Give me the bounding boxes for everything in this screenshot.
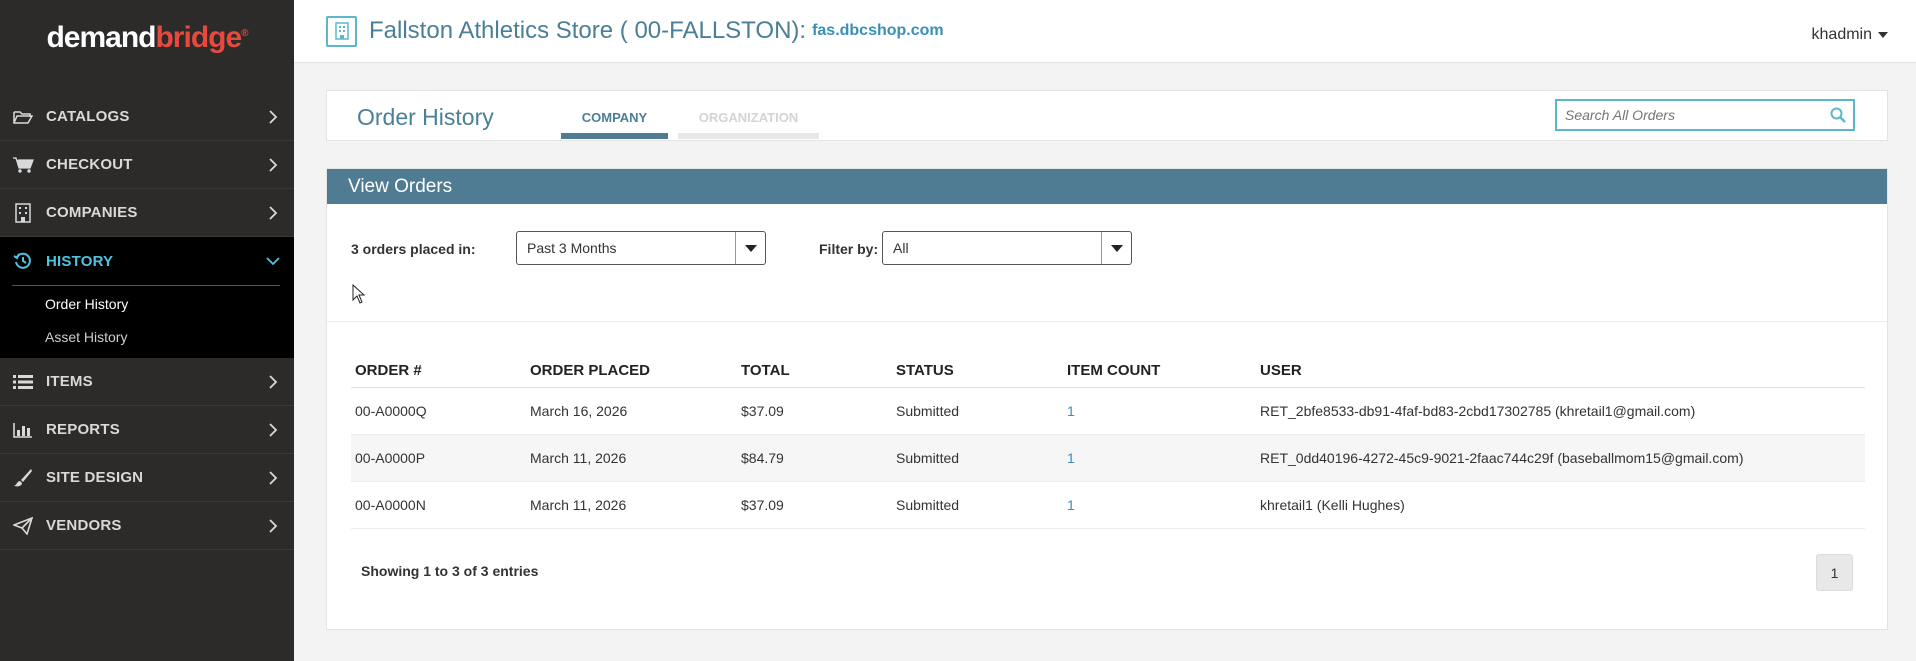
order-number: 00-A0000P [351, 434, 526, 482]
sidebar-item-site-design[interactable]: SITE DESIGN [0, 454, 294, 502]
order-status: Submitted [892, 434, 1063, 482]
chevron-down-icon [266, 254, 280, 268]
chevron-right-icon [266, 518, 280, 533]
sidebar-item-label: COMPANIES [46, 204, 138, 221]
paper-plane-icon [12, 516, 34, 536]
chevron-right-icon [266, 205, 280, 220]
filters: 3 orders placed in: Past 3 Months Filter… [351, 231, 1871, 271]
chevron-right-icon [266, 109, 280, 124]
filter-select[interactable]: All [882, 231, 1132, 265]
column-header[interactable]: STATUS [892, 356, 1063, 388]
logo[interactable]: demandbridge® [0, 0, 294, 76]
order-user: khretail1 (Kelli Hughes) [1256, 481, 1865, 529]
top-bar: Fallston Athletics Store ( 00-FALLSTON):… [294, 0, 1916, 63]
sidebar-item-companies[interactable]: COMPANIES [0, 189, 294, 237]
store-icon [326, 15, 357, 47]
dropdown-arrow-icon [735, 232, 765, 264]
order-total: $37.09 [737, 387, 892, 435]
order-history-header: Order History COMPANY ORGANIZATION [326, 90, 1888, 141]
store-title: Fallston Athletics Store ( 00-FALLSTON): [369, 17, 807, 44]
order-date: March 11, 2026 [526, 481, 737, 529]
submenu-asset-history[interactable]: Asset History [0, 319, 294, 352]
pagination-page-1[interactable]: 1 [1816, 554, 1853, 591]
sidebar-item-catalogs[interactable]: CATALOGS [0, 93, 294, 141]
history-icon [12, 251, 34, 271]
sidebar-item-label: HISTORY [46, 252, 114, 270]
sidebar-item-label: ITEMS [46, 373, 93, 390]
order-total: $84.79 [737, 434, 892, 482]
chevron-right-icon [266, 157, 280, 172]
dropdown-arrow-icon [1101, 232, 1131, 264]
order-date: March 11, 2026 [526, 434, 737, 482]
tab-organization[interactable]: ORGANIZATION [678, 110, 819, 139]
search-box [1555, 99, 1855, 131]
sidebar: demandbridge® CATALOGS CHECKOUT COMPANIE… [0, 0, 294, 661]
order-status: Submitted [892, 387, 1063, 435]
orders-count-label: 3 orders placed in: [351, 241, 476, 257]
view-orders-panel: View Orders 3 orders placed in: Past 3 M… [326, 168, 1888, 630]
page-title: Order History [357, 104, 494, 130]
sidebar-nav: CATALOGS CHECKOUT COMPANIES HISTORY Orde… [0, 93, 294, 550]
caret-down-icon [1878, 32, 1888, 38]
column-header[interactable]: ORDER PLACED [526, 356, 737, 388]
order-user: RET_2bfe8533-db91-4faf-bd83-2cbd17302785… [1256, 387, 1865, 435]
column-header[interactable]: USER [1256, 356, 1865, 388]
table-row[interactable]: 00-A0000N March 11, 2026 $37.09 Submitte… [351, 481, 1865, 529]
tab-company[interactable]: COMPANY [561, 110, 668, 139]
folder-open-icon [12, 107, 34, 127]
sidebar-item-vendors[interactable]: VENDORS [0, 502, 294, 550]
sidebar-item-history[interactable]: HISTORY [0, 237, 294, 285]
chevron-right-icon [266, 470, 280, 485]
sidebar-item-checkout[interactable]: CHECKOUT [0, 141, 294, 189]
filter-by-label: Filter by: [819, 241, 879, 257]
date-range-select[interactable]: Past 3 Months [516, 231, 766, 265]
username: khadmin [1811, 26, 1872, 43]
entries-summary: Showing 1 to 3 of 3 entries [361, 563, 539, 579]
logo-mark: ® [241, 28, 248, 39]
chevron-right-icon [266, 374, 280, 389]
item-count-link[interactable]: 1 [1063, 387, 1256, 435]
column-header[interactable]: TOTAL [737, 356, 892, 388]
panel-title: View Orders [327, 169, 1887, 204]
divider [327, 321, 1887, 322]
search-icon[interactable] [1823, 101, 1853, 129]
orders-table: ORDER # ORDER PLACED TOTAL STATUS ITEM C… [351, 356, 1865, 529]
date-range-value: Past 3 Months [527, 240, 617, 256]
sidebar-item-label: SITE DESIGN [46, 469, 144, 486]
search-input[interactable] [1557, 107, 1823, 123]
sidebar-item-items[interactable]: ITEMS [0, 358, 294, 406]
cart-icon [12, 155, 34, 175]
order-total: $37.09 [737, 481, 892, 529]
store-domain-link[interactable]: fas.dbcshop.com [812, 22, 944, 40]
building-icon [12, 202, 34, 223]
bar-chart-icon [12, 420, 34, 440]
order-number: 00-A0000Q [351, 387, 526, 435]
history-submenu: Order History Asset History [0, 285, 294, 358]
chevron-right-icon [266, 422, 280, 437]
order-number: 00-A0000N [351, 481, 526, 529]
item-count-link[interactable]: 1 [1063, 481, 1256, 529]
column-header[interactable]: ORDER # [351, 356, 526, 388]
sidebar-item-label: CHECKOUT [46, 156, 133, 173]
table-row[interactable]: 00-A0000P March 11, 2026 $84.79 Submitte… [351, 434, 1865, 482]
sidebar-item-reports[interactable]: REPORTS [0, 406, 294, 454]
submenu-order-history[interactable]: Order History [0, 286, 294, 319]
brush-icon [12, 468, 34, 488]
table-row[interactable]: 00-A0000Q March 16, 2026 $37.09 Submitte… [351, 387, 1865, 435]
user-menu[interactable]: khadmin [1812, 26, 1888, 44]
logo-part1: demand [46, 21, 156, 54]
sidebar-item-label: REPORTS [46, 421, 120, 438]
item-count-link[interactable]: 1 [1063, 434, 1256, 482]
list-icon [12, 372, 34, 392]
sidebar-item-label: VENDORS [46, 517, 122, 534]
table-header-row: ORDER # ORDER PLACED TOTAL STATUS ITEM C… [351, 356, 1865, 388]
column-header[interactable]: ITEM COUNT [1063, 356, 1256, 388]
filter-value: All [893, 240, 909, 256]
order-status: Submitted [892, 481, 1063, 529]
mouse-cursor-icon [352, 284, 366, 304]
order-date: March 16, 2026 [526, 387, 737, 435]
sidebar-item-label: CATALOGS [46, 108, 130, 125]
logo-part2: bridge [155, 21, 242, 54]
order-user: RET_0dd40196-4272-45c9-9021-2faac744c29f… [1256, 434, 1865, 482]
